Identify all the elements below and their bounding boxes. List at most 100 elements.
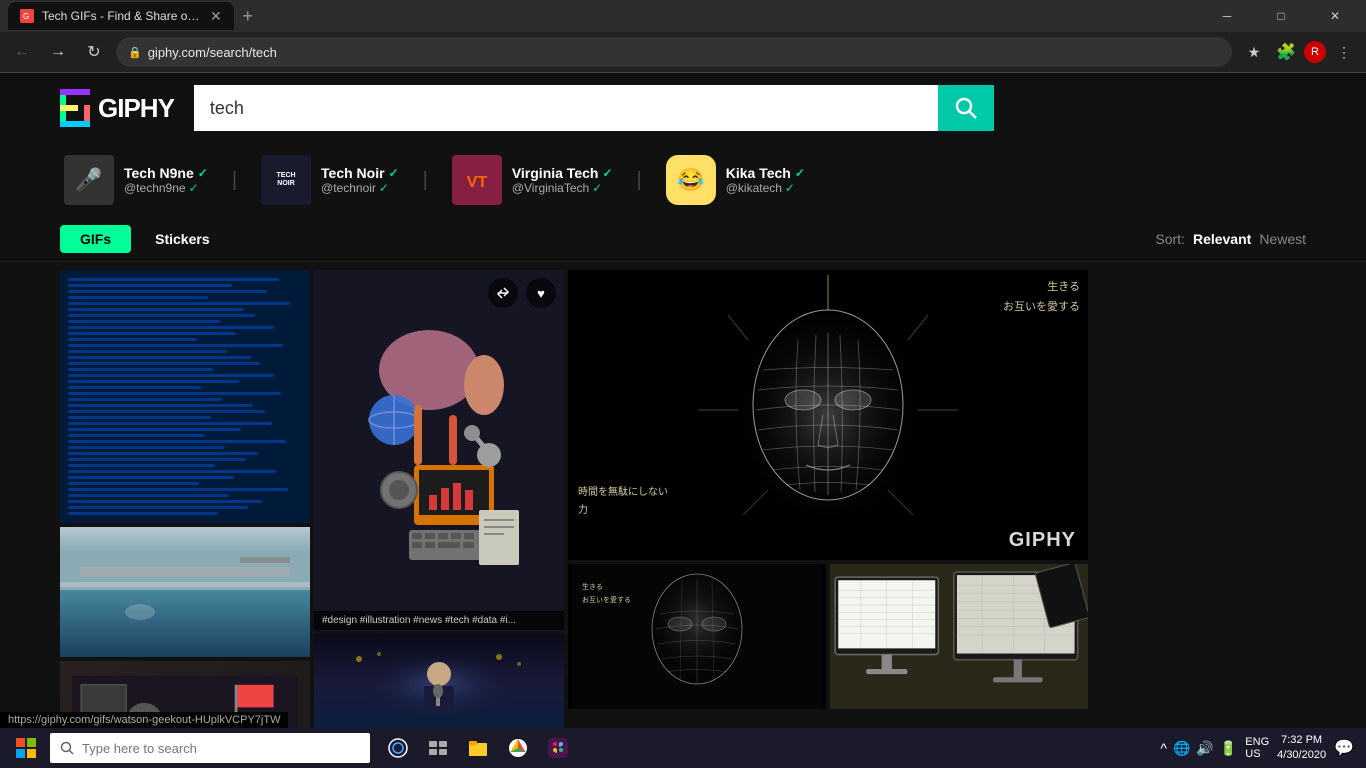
notification-center-button[interactable]: 💬 xyxy=(1334,738,1354,758)
tab-stickers[interactable]: Stickers xyxy=(135,225,229,253)
back-button[interactable]: ← xyxy=(8,38,36,66)
code-line xyxy=(68,482,199,485)
gif-tech-illustration[interactable]: ♥ xyxy=(314,270,564,630)
code-line xyxy=(68,476,234,479)
code-line xyxy=(68,290,267,293)
maximize-button[interactable]: □ xyxy=(1258,0,1304,32)
gif-column-3: 生きる お互いを愛する xyxy=(568,270,1088,729)
minimize-button[interactable]: ─ xyxy=(1204,0,1250,32)
search-input[interactable]: tech xyxy=(194,85,938,131)
bookmark-button[interactable]: ★ xyxy=(1240,38,1268,66)
gif-face-large[interactable]: 生きる お互いを愛する xyxy=(568,270,1088,560)
extension-btn-1[interactable]: 🧩 xyxy=(1272,38,1300,66)
extension-btn-2[interactable]: R xyxy=(1304,41,1326,63)
taskbar-task-view-icon[interactable] xyxy=(420,730,456,766)
svg-text:お互いを愛する: お互いを愛する xyxy=(582,595,631,604)
tray-battery-icon[interactable]: 🔋 xyxy=(1220,740,1237,757)
title-bar: G Tech GIFs - Find & Share on GIP ✕ + ─ … xyxy=(0,0,1366,32)
verified-badge-kika-tech: ✓ xyxy=(785,181,795,195)
giphy-logo[interactable]: GIPHY xyxy=(60,89,174,127)
start-button[interactable] xyxy=(4,728,48,768)
code-line xyxy=(68,410,265,413)
channel-item-tech-n9ne[interactable]: 🎤 Tech N9ne ✓ @techn9ne ✓ xyxy=(60,151,212,209)
code-line xyxy=(68,374,274,377)
code-line xyxy=(68,458,246,461)
system-tray: ^ 🌐 🔊 🔋 ENG US 7:32 PM 4/30/2020 💬 xyxy=(1160,733,1362,764)
code-line xyxy=(68,500,262,503)
tray-network-icon[interactable]: 🌐 xyxy=(1173,740,1190,757)
gif-favorite-button[interactable]: ♥ xyxy=(526,278,556,308)
tray-volume-icon[interactable]: 🔊 xyxy=(1196,740,1213,757)
url-bar[interactable]: 🔒 giphy.com/search/tech xyxy=(116,37,1232,67)
browser-actions: ★ 🧩 R ⋮ xyxy=(1240,38,1358,66)
gif-face-small[interactable]: 生きる お互いを愛する xyxy=(568,564,826,709)
windows-logo-icon xyxy=(16,738,36,758)
time: 7:32 PM xyxy=(1277,733,1326,748)
refresh-button[interactable]: ↻ xyxy=(80,38,108,66)
code-line xyxy=(68,488,288,491)
channel-item-tech-noir[interactable]: TECHNOIR Tech Noir ✓ @technoir ✓ xyxy=(257,151,403,209)
code-line xyxy=(68,464,215,467)
taskbar-cortana-icon[interactable] xyxy=(380,730,416,766)
status-url: https://giphy.com/gifs/watson-geekout-HU… xyxy=(8,714,280,726)
sort-section: Sort: Relevant Newest xyxy=(1155,231,1306,247)
gif-computer[interactable] xyxy=(830,564,1088,709)
sort-newest[interactable]: Newest xyxy=(1259,231,1306,247)
tab-close-btn[interactable]: ✕ xyxy=(210,8,222,25)
code-line xyxy=(68,356,251,359)
verified-icon-tech-noir: ✓ xyxy=(389,166,399,180)
channel-avatar-virginia-tech: VT xyxy=(452,155,502,205)
new-tab-button[interactable]: + xyxy=(234,2,262,30)
sort-label: Sort: xyxy=(1155,231,1185,247)
search-form: tech xyxy=(194,85,994,131)
code-line xyxy=(68,368,213,371)
taskbar-chrome-icon[interactable] xyxy=(500,730,536,766)
code-line xyxy=(68,320,220,323)
sort-relevant[interactable]: Relevant xyxy=(1193,231,1251,247)
more-button[interactable]: ⋮ xyxy=(1330,38,1358,66)
language-name: ENG xyxy=(1245,736,1269,748)
code-line xyxy=(68,512,218,515)
gif-link-button[interactable] xyxy=(488,278,518,308)
gif-elon[interactable] xyxy=(314,634,564,729)
close-button[interactable]: ✕ xyxy=(1312,0,1358,32)
channel-info-kika-tech: Kika Tech ✓ @kikatech ✓ xyxy=(726,165,805,195)
slack-icon xyxy=(547,737,569,759)
giphy-logo-text: GIPHY xyxy=(98,93,174,124)
code-line xyxy=(68,296,208,299)
gif-column-1: Fixed It! xyxy=(60,270,310,729)
verified-icon-kika-tech: ✓ xyxy=(795,166,805,180)
taskbar-slack-icon[interactable] xyxy=(540,730,576,766)
gif-blue-code[interactable] xyxy=(60,270,310,523)
address-bar: ← → ↻ 🔒 giphy.com/search/tech ★ 🧩 R ⋮ xyxy=(0,32,1366,72)
face-small-svg: 生きる お互いを愛する xyxy=(568,564,826,709)
language-indicator[interactable]: ENG US xyxy=(1245,736,1269,760)
clock[interactable]: 7:32 PM 4/30/2020 xyxy=(1277,733,1326,764)
channel-name-virginia-tech: Virginia Tech ✓ xyxy=(512,165,613,181)
verified-icon-tech-n9ne: ✓ xyxy=(198,166,208,180)
taskbar-search[interactable] xyxy=(50,733,370,763)
link-icon xyxy=(496,286,510,300)
code-line xyxy=(68,344,283,347)
tray-chevron-icon[interactable]: ^ xyxy=(1160,740,1167,756)
channel-item-virginia-tech[interactable]: VT Virginia Tech ✓ @VirginiaTech ✓ xyxy=(448,151,617,209)
gif-pool[interactable] xyxy=(60,527,310,657)
search-button[interactable] xyxy=(938,85,994,131)
code-line xyxy=(68,446,225,449)
channel-avatar-kika-tech: 😂 xyxy=(666,155,716,205)
verified-badge-tech-n9ne: ✓ xyxy=(189,181,199,195)
taskbar-search-input[interactable] xyxy=(82,741,360,756)
channel-name-kika-tech: Kika Tech ✓ xyxy=(726,165,805,181)
tab-gifs[interactable]: GIFs xyxy=(60,225,131,253)
forward-button[interactable]: → xyxy=(44,38,72,66)
code-line xyxy=(68,332,236,335)
tab-favicon: G xyxy=(20,9,34,23)
taskbar-file-explorer-icon[interactable] xyxy=(460,730,496,766)
search-icon xyxy=(955,97,977,119)
gif-action-buttons: ♥ xyxy=(488,278,556,308)
browser-chrome: G Tech GIFs - Find & Share on GIP ✕ + ─ … xyxy=(0,0,1366,73)
browser-tab[interactable]: G Tech GIFs - Find & Share on GIP ✕ xyxy=(8,2,234,30)
channel-item-kika-tech[interactable]: 😂 Kika Tech ✓ @kikatech ✓ xyxy=(662,151,809,209)
gif-overlay xyxy=(314,270,564,630)
code-line xyxy=(68,308,244,311)
